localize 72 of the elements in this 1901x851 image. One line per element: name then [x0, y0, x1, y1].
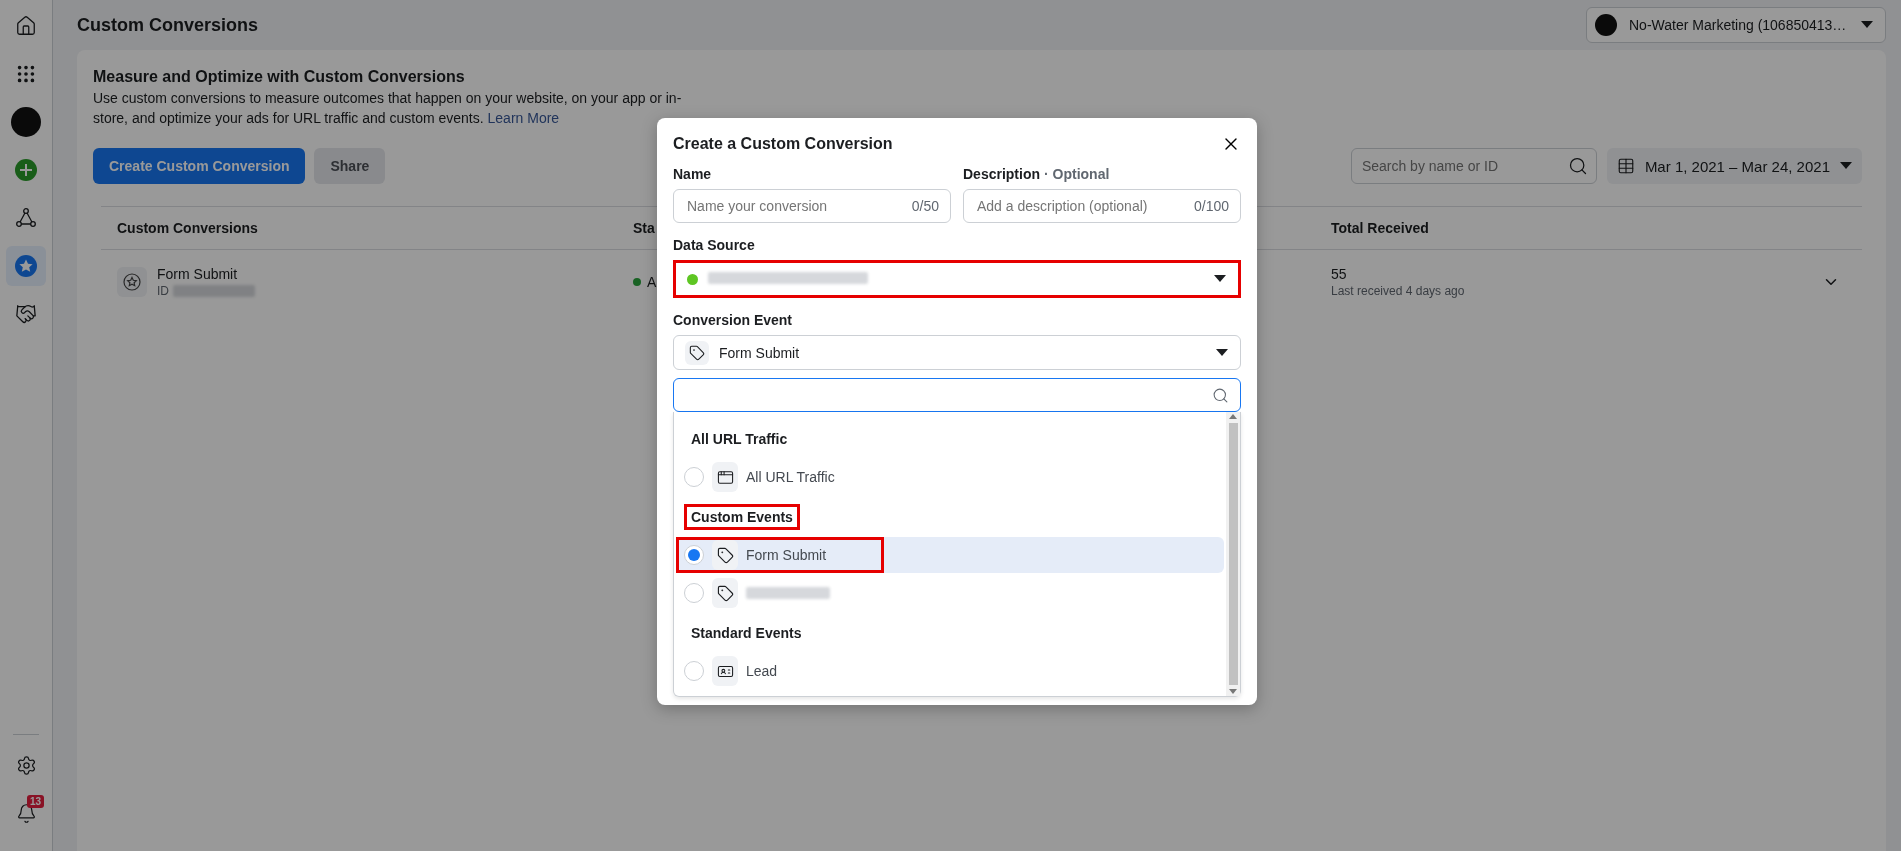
learn-more-link[interactable]: Learn More: [487, 110, 560, 126]
scrollbar[interactable]: [1226, 412, 1240, 696]
calendar-icon: [1616, 157, 1635, 175]
status-dot: [687, 273, 698, 285]
intro-text: Use custom conversions to measure outcomes that happen on your website, on your app or in-store, and optimize your ads for URL traffic and custom events. Learn More: [93, 89, 683, 128]
character-counter: 0/100: [1193, 198, 1229, 214]
account-selector[interactable]: No-Water Marketing (106850413…: [1586, 7, 1886, 43]
event-search-field[interactable]: [673, 378, 1241, 412]
search-field[interactable]: Search by name or ID: [1350, 148, 1597, 184]
radio-button[interactable]: [684, 661, 704, 681]
group-heading: All URL Traffic: [690, 430, 789, 449]
option-label: Lead: [746, 663, 778, 679]
section-heading: Measure and Optimize with Custom Conversions: [93, 68, 466, 86]
status-text: A: [647, 274, 657, 290]
event-option[interactable]: Form Submit: [676, 537, 1224, 573]
caret-icon: [1840, 162, 1852, 170]
radio-button[interactable]: [684, 545, 704, 565]
event-option[interactable]: Lead: [676, 653, 1224, 689]
caret-icon: [1214, 275, 1226, 283]
search-input[interactable]: Search by name or ID: [1359, 149, 1562, 183]
sidebar-item[interactable]: [6, 246, 46, 286]
tag-icon: [716, 546, 734, 564]
caret-icon: [1861, 21, 1873, 29]
text-input[interactable]: Add a description (optional): [975, 190, 1186, 222]
home-icon[interactable]: [15, 15, 37, 37]
tag-icon: [685, 340, 709, 365]
event-option[interactable]: All URL Traffic: [676, 459, 1224, 495]
browser-window-icon: [716, 468, 734, 486]
text-field[interactable]: Name your conversion 0/50: [673, 189, 951, 223]
column-header: Custom Conversions: [117, 220, 259, 236]
network-nodes-icon[interactable]: [15, 207, 37, 229]
status-dot: [633, 278, 641, 286]
group-heading: Standard Events: [690, 624, 803, 643]
notification-badge: 13: [26, 795, 44, 808]
scroll-up-arrow-icon[interactable]: [1229, 414, 1237, 419]
character-counter: 0/50: [911, 198, 939, 214]
optional-note: · Optional: [1044, 166, 1110, 182]
scroll-down-arrow-icon[interactable]: [1229, 689, 1237, 694]
total-received: 55: [1331, 266, 1348, 282]
settings-icon[interactable]: [15, 754, 37, 776]
field-label: Description: [963, 166, 1040, 182]
column-header: Sta: [633, 220, 656, 236]
plus-circle-icon[interactable]: [15, 159, 37, 181]
star-circle-icon[interactable]: [14, 254, 38, 278]
field-label: Conversion Event: [673, 312, 794, 328]
caret-icon: [1216, 348, 1228, 357]
search-icon: [1212, 386, 1229, 404]
handshake-icon[interactable]: [15, 303, 37, 325]
option-label: All URL Traffic: [746, 469, 835, 485]
create-button[interactable]: Create Custom Conversion: [93, 148, 306, 184]
conversion-name: Form Submit: [157, 266, 239, 282]
data-source-select[interactable]: [673, 260, 1241, 298]
option-label: Form Submit: [746, 547, 827, 563]
app-grid-icon[interactable]: [15, 63, 37, 85]
search-icon: [1567, 156, 1588, 176]
share-button[interactable]: Share: [314, 148, 386, 184]
page-title: Custom Conversions: [77, 14, 259, 36]
account-avatar: [1595, 14, 1617, 36]
radio-button[interactable]: [684, 467, 704, 487]
group-heading: Custom Events: [684, 504, 800, 530]
field-label: Name: [673, 166, 712, 182]
column-header: Total Received: [1331, 220, 1430, 236]
modal-title: Create a Custom Conversion: [673, 135, 893, 153]
radio-button[interactable]: [684, 583, 704, 603]
text-field[interactable]: Add a description (optional) 0/100: [963, 189, 1241, 223]
text-input[interactable]: Name your conversion: [685, 190, 904, 222]
tag-icon: [716, 584, 734, 602]
field-label: Data Source: [673, 237, 756, 253]
conversion-event-select[interactable]: Form Submit: [673, 335, 1241, 370]
id-label: ID: [157, 284, 169, 298]
date-range-button[interactable]: Mar 1, 2021 – Mar 24, 2021: [1606, 148, 1862, 184]
last-received: Last received 4 days ago: [1331, 284, 1466, 298]
